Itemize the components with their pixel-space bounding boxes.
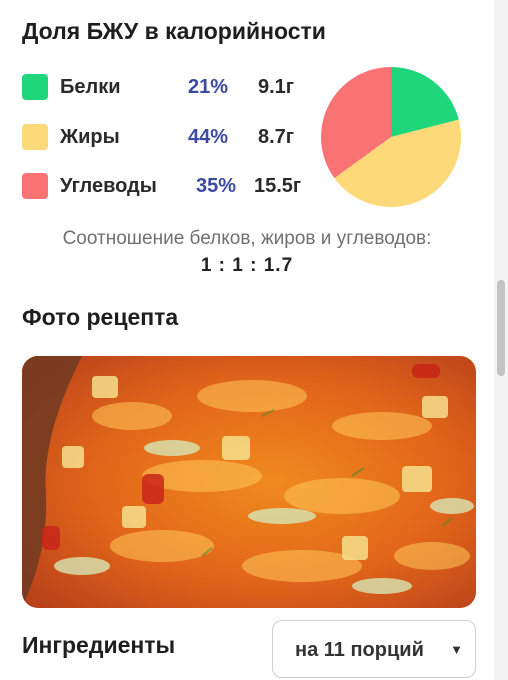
macro-percent: 44% <box>188 126 229 148</box>
macro-grams: 15.5г <box>254 175 302 197</box>
portions-selected-value: на 11 порций <box>295 639 424 661</box>
recipe-photo[interactable] <box>22 356 476 608</box>
ratio-caption: Соотношение белков, жиров и углеводов: <box>62 228 432 249</box>
triangle-down-icon: ▼ <box>450 642 463 657</box>
scrollbar-track[interactable] <box>494 0 508 680</box>
macro-row-carbs: Углеводы 35% 15.5г <box>22 171 322 201</box>
macro-name: Жиры <box>60 126 120 148</box>
portions-select[interactable]: на 11 порций ▼ <box>272 620 476 678</box>
fat-color-swatch <box>22 124 48 150</box>
photo-section-title: Фото рецепта <box>22 304 179 330</box>
bju-pie-chart <box>321 67 461 208</box>
macro-name: Углеводы <box>60 175 157 197</box>
macro-row-protein: Белки 21% 9.1г <box>22 72 322 102</box>
macro-grams: 9.1г <box>258 76 295 98</box>
macro-row-fat: Жиры 44% 8.7г <box>22 122 322 152</box>
ratio-value: 1 : 1 : 1.7 <box>200 255 294 276</box>
protein-color-swatch <box>22 74 48 100</box>
macro-percent: 21% <box>188 76 229 98</box>
carbs-color-swatch <box>22 173 48 199</box>
macro-name: Белки <box>60 76 121 98</box>
macro-percent: 35% <box>196 175 237 197</box>
macro-grams: 8.7г <box>258 126 295 148</box>
scrollbar-thumb[interactable] <box>497 280 505 376</box>
ingredients-section-title: Ингредиенты <box>22 632 176 658</box>
bju-section-title: Доля БЖУ в калорийности <box>22 18 326 44</box>
recipe-photo-image <box>22 356 476 608</box>
